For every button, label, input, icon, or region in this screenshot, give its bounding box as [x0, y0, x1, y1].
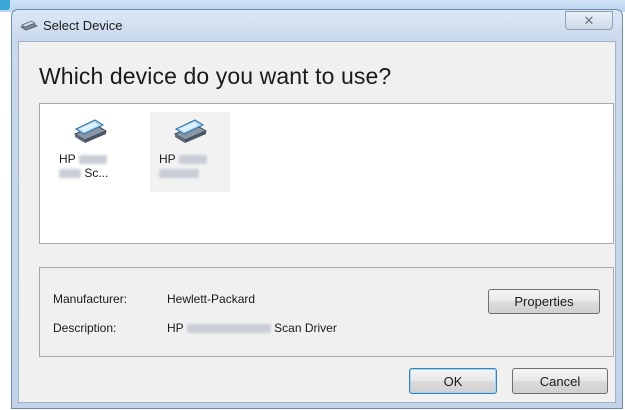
- select-device-dialog: Select Device ✕ Which device do you want…: [11, 9, 623, 409]
- manufacturer-label: Manufacturer:: [53, 292, 128, 306]
- ok-button[interactable]: OK: [409, 368, 497, 394]
- device-item-2[interactable]: HP: [150, 112, 230, 192]
- description-label: Description:: [53, 321, 117, 335]
- scanner-icon: [173, 119, 208, 143]
- redacted-model: [186, 324, 271, 334]
- redacted-model: [178, 155, 207, 165]
- device-item-1[interactable]: HP Sc...: [50, 112, 130, 192]
- device-label: HP: [159, 152, 221, 180]
- close-icon: ✕: [583, 13, 595, 28]
- redacted-model: [159, 169, 199, 179]
- device-info-panel: Manufacturer: Hewlett-Packard Descriptio…: [39, 267, 614, 357]
- cancel-button[interactable]: Cancel: [512, 368, 608, 394]
- main-instruction: Which device do you want to use?: [39, 63, 392, 89]
- device-label: HP Sc...: [59, 152, 109, 180]
- description-value: HP Scan Driver: [167, 321, 337, 335]
- close-button[interactable]: ✕: [565, 11, 613, 30]
- dialog-client-area: Which device do you want to use? HP Sc..…: [18, 41, 616, 403]
- scanner-icon: [73, 119, 108, 143]
- redacted-model: [78, 155, 107, 165]
- scanner-icon: [20, 20, 38, 31]
- background-accent: [0, 0, 10, 10]
- redacted-model: [59, 169, 81, 179]
- properties-button[interactable]: Properties: [488, 289, 600, 314]
- device-list[interactable]: HP Sc... HP: [39, 103, 614, 244]
- manufacturer-value: Hewlett-Packard: [167, 292, 256, 306]
- window-title: Select Device: [43, 18, 123, 33]
